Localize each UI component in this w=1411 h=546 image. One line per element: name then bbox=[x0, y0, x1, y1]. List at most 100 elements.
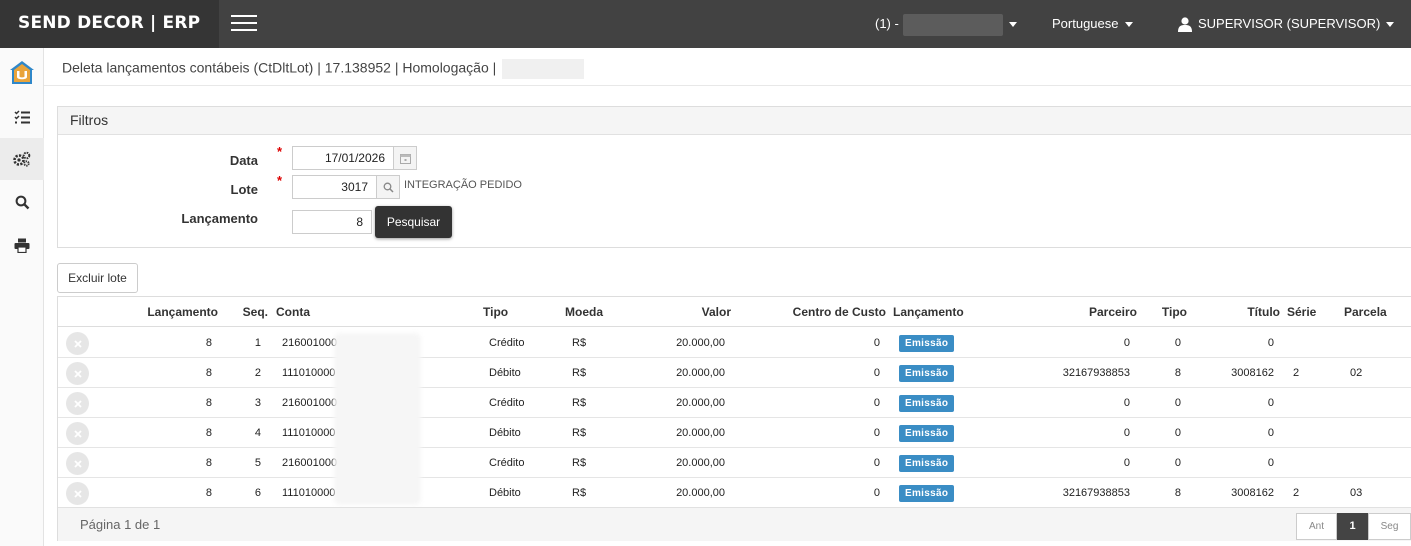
account-names-redacted bbox=[334, 333, 421, 505]
filters-title: Filtros bbox=[58, 107, 1411, 135]
cell-conta: 216001000 bbox=[282, 397, 338, 409]
col-moeda[interactable]: Moeda bbox=[565, 297, 615, 327]
delete-batch-button[interactable]: Excluir lote bbox=[57, 263, 138, 293]
company-selector[interactable]: (1) - bbox=[875, 0, 1017, 48]
cell-seq: 1 bbox=[254, 337, 261, 349]
sidebar-item-print[interactable] bbox=[0, 224, 44, 266]
table-row[interactable]: 8 3 216001000 Crédito R$ 20.000,00 0 0 0 0 Emissão bbox=[58, 388, 1411, 418]
data-required-mark: * bbox=[277, 144, 283, 159]
current-page-button[interactable]: 1 bbox=[1337, 513, 1368, 540]
data-field[interactable]: 17/01/2026 bbox=[292, 146, 394, 170]
lote-field[interactable]: 3017 bbox=[292, 175, 377, 199]
company-name-redacted bbox=[902, 13, 1003, 36]
cell-centro: 0 bbox=[873, 397, 880, 409]
col-tipo[interactable]: Tipo bbox=[483, 297, 533, 327]
cell-parceiro: 32167938853 bbox=[1062, 487, 1130, 499]
brand-title[interactable]: SEND DECOR | ERP bbox=[0, 0, 219, 48]
col-seq[interactable]: Seq. bbox=[228, 297, 268, 327]
lancamento-type-badge: Emissão bbox=[899, 485, 955, 502]
col-parceiro[interactable]: Parceiro bbox=[1038, 297, 1137, 327]
sidebar-item-settings[interactable] bbox=[0, 138, 44, 180]
row-delete-button[interactable] bbox=[66, 482, 89, 505]
row-delete-button[interactable] bbox=[66, 452, 89, 475]
cell-centro: 0 bbox=[873, 427, 880, 439]
col-conta[interactable]: Conta bbox=[276, 297, 336, 327]
cell-tipo2: 0 bbox=[1174, 397, 1181, 409]
close-icon bbox=[73, 429, 82, 438]
sidebar-item-list[interactable] bbox=[0, 96, 44, 138]
next-page-button[interactable]: Seg bbox=[1368, 513, 1411, 540]
lote-lookup-button[interactable] bbox=[376, 175, 400, 199]
lancamento-label: Lançamento bbox=[181, 211, 258, 226]
cell-tipo2: 0 bbox=[1174, 427, 1181, 439]
top-navbar: SEND DECOR | ERP (1) - Portuguese SUPERV… bbox=[0, 0, 1411, 48]
table-row[interactable]: 8 1 216001000 Crédito R$ 20.000,00 0 0 0 0 Emissão bbox=[58, 328, 1411, 358]
calendar-button[interactable] bbox=[393, 146, 417, 170]
chevron-down-icon bbox=[1008, 22, 1017, 28]
col-serie[interactable]: Série bbox=[1287, 297, 1327, 327]
close-icon bbox=[73, 369, 82, 378]
cell-titulo: 0 bbox=[1267, 457, 1274, 469]
row-delete-button[interactable] bbox=[66, 332, 89, 355]
table-row[interactable]: 8 6 111010000 Débito R$ 20.000,00 0 32167938853… bbox=[58, 478, 1411, 508]
col-lancamento[interactable]: Lançamento bbox=[118, 297, 218, 327]
cell-seq: 6 bbox=[254, 487, 261, 499]
sidebar-item-home[interactable] bbox=[0, 52, 44, 94]
language-label: Portuguese bbox=[1052, 16, 1119, 31]
cell-serie bbox=[1293, 448, 1323, 478]
user-label: SUPERVISOR (SUPERVISOR) bbox=[1198, 16, 1381, 31]
cell-centro: 0 bbox=[873, 457, 880, 469]
cell-centro: 0 bbox=[873, 487, 880, 499]
menu-toggle-icon[interactable] bbox=[231, 15, 257, 33]
cell-seq: 5 bbox=[254, 457, 261, 469]
sidebar bbox=[0, 48, 44, 546]
chevron-down-icon bbox=[1386, 22, 1395, 28]
cell-titulo: 3008162 bbox=[1231, 487, 1274, 499]
cell-seq: 4 bbox=[254, 427, 261, 439]
col-parcela[interactable]: Parcela bbox=[1344, 297, 1394, 327]
cell-tipo: Débito bbox=[489, 367, 521, 379]
search-button[interactable]: Pesquisar bbox=[375, 206, 452, 238]
cell-conta: 111010000 bbox=[282, 367, 336, 379]
cell-titulo: 0 bbox=[1267, 397, 1274, 409]
table-row[interactable]: 8 5 216001000 Crédito R$ 20.000,00 0 0 0 0 Emissão bbox=[58, 448, 1411, 478]
col-tipo-titulo[interactable]: Tipo bbox=[1148, 297, 1187, 327]
cell-conta: 111010000 bbox=[282, 427, 336, 439]
cell-parcela bbox=[1350, 448, 1390, 478]
cell-valor: 20.000,00 bbox=[676, 487, 725, 499]
col-centro-custo[interactable]: Centro de Custo bbox=[758, 297, 886, 327]
cell-parceiro: 32167938853 bbox=[1062, 367, 1130, 379]
cell-lancamento: 8 bbox=[205, 397, 212, 409]
row-delete-button[interactable] bbox=[66, 362, 89, 385]
row-delete-button[interactable] bbox=[66, 422, 89, 445]
user-menu[interactable]: SUPERVISOR (SUPERVISOR) bbox=[1178, 0, 1395, 48]
lote-required-mark: * bbox=[277, 173, 283, 188]
table-row[interactable]: 8 2 111010000 Débito R$ 20.000,00 0 32167938853… bbox=[58, 358, 1411, 388]
cell-titulo: 3008162 bbox=[1231, 367, 1274, 379]
cell-valor: 20.000,00 bbox=[676, 427, 725, 439]
cell-serie: 2 bbox=[1293, 367, 1300, 379]
cell-serie bbox=[1293, 388, 1323, 418]
cell-parceiro: 0 bbox=[1123, 427, 1130, 439]
col-titulo[interactable]: Título bbox=[1218, 297, 1280, 327]
chevron-down-icon bbox=[1124, 22, 1133, 28]
cell-conta: 111010000 bbox=[282, 487, 336, 499]
sidebar-item-search[interactable] bbox=[0, 181, 44, 223]
table-footer: Página 1 de 1 Ant 1 Seg bbox=[58, 507, 1411, 541]
prev-page-button[interactable]: Ant bbox=[1296, 513, 1337, 540]
table-row[interactable]: 8 4 111010000 Débito R$ 20.000,00 0 0 0 0 Emissão bbox=[58, 418, 1411, 448]
cell-centro: 0 bbox=[873, 367, 880, 379]
col-valor[interactable]: Valor bbox=[631, 297, 731, 327]
col-lancamento-tipo[interactable]: Lançamento bbox=[893, 297, 983, 327]
environment-redacted bbox=[502, 59, 585, 79]
search-icon bbox=[383, 182, 394, 193]
row-delete-button[interactable] bbox=[66, 392, 89, 415]
cell-parceiro: 0 bbox=[1123, 397, 1130, 409]
cell-conta: 216001000 bbox=[282, 457, 338, 469]
lancamento-field[interactable]: 8 bbox=[292, 210, 372, 234]
cell-seq: 3 bbox=[254, 397, 261, 409]
cell-valor: 20.000,00 bbox=[676, 457, 725, 469]
cell-serie bbox=[1293, 418, 1323, 448]
language-selector[interactable]: Portuguese bbox=[1052, 0, 1133, 48]
cell-serie bbox=[1293, 328, 1323, 358]
